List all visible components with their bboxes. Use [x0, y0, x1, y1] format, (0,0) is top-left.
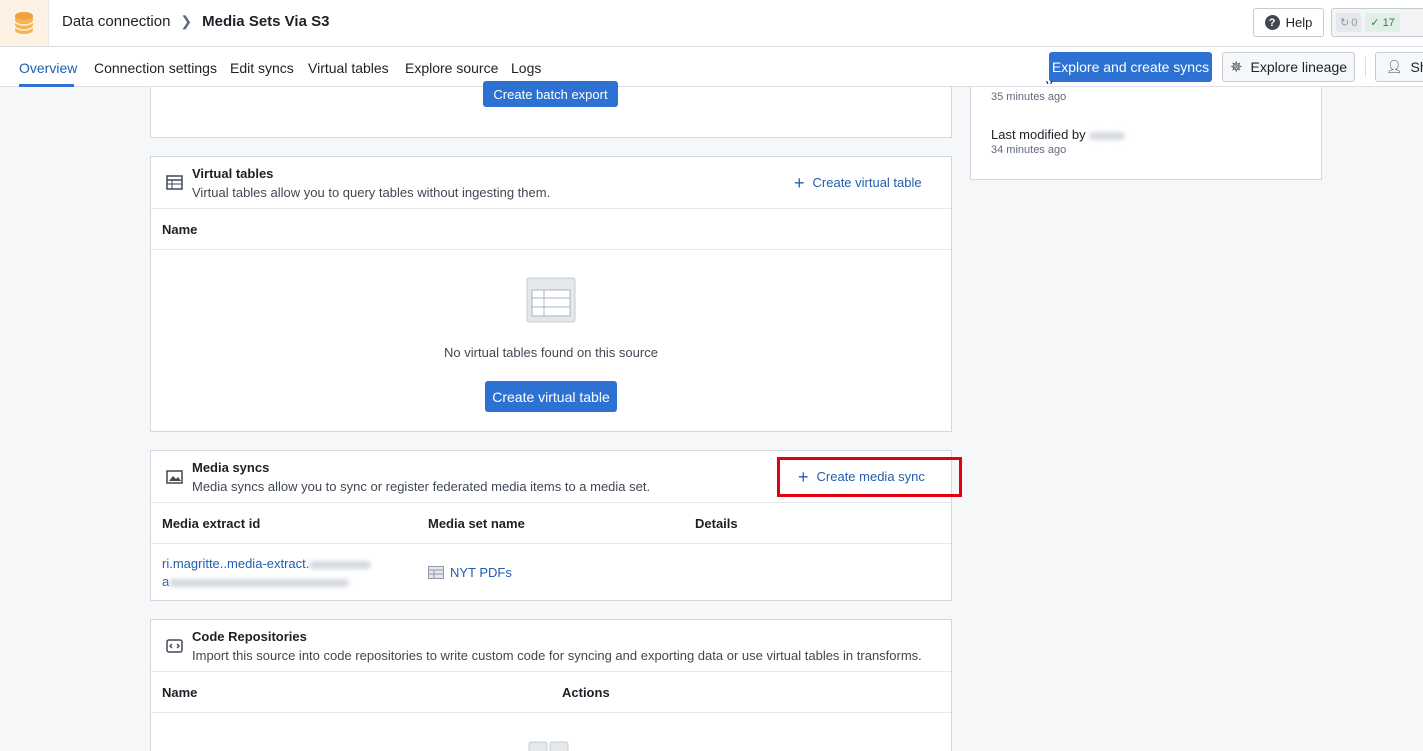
divider	[151, 712, 951, 713]
virtual-tables-description: Virtual tables allow you to query tables…	[192, 185, 551, 200]
help-button[interactable]: ? Help	[1253, 8, 1324, 37]
share-label: Sh	[1410, 59, 1423, 75]
tab-bar: Overview Connection settings Edit syncs …	[0, 47, 1423, 87]
last-modified-time: 34 minutes ago	[991, 144, 1067, 156]
explore-and-create-syncs-button[interactable]: Explore and create syncs	[1049, 52, 1212, 82]
status-group[interactable]: ↻ 0 ✓ 17	[1331, 8, 1423, 37]
tab-connection-settings[interactable]: Connection settings	[94, 60, 217, 76]
tab-edit-syncs[interactable]: Edit syncs	[230, 60, 294, 76]
tab-virtual-tables[interactable]: Virtual tables	[308, 60, 389, 76]
create-virtual-table-link-label: Create virtual table	[812, 175, 922, 190]
code-repositories-title: Code Repositories	[192, 629, 307, 644]
empty-repository-icon	[528, 740, 572, 751]
details-side-panel: y 35 minutes ago Last modified by 34 min…	[970, 76, 1322, 180]
sync-status-badge[interactable]: ↻ 0	[1336, 13, 1362, 32]
tab-explore-source[interactable]: Explore source	[405, 60, 498, 76]
tab-logs[interactable]: Logs	[511, 60, 541, 76]
column-header-details: Details	[695, 516, 738, 531]
virtual-tables-title: Virtual tables	[192, 166, 274, 181]
table-icon	[166, 175, 183, 193]
lineage-icon: ✵	[1229, 59, 1243, 76]
media-extract-id-link[interactable]: ri.magritte..media-extract.	[162, 556, 372, 571]
empty-state-text: No virtual tables found on this source	[444, 345, 658, 360]
empty-table-icon	[526, 277, 576, 326]
last-modified-label: Last modified by	[991, 127, 1086, 142]
explore-lineage-label: Explore lineage	[1250, 59, 1348, 75]
data-connection-logo-icon[interactable]	[0, 0, 49, 46]
media-extract-id-text: ri.magritte..media-extract.	[162, 556, 310, 571]
column-header-media-extract-id: Media extract id	[162, 516, 261, 531]
redacted-user	[1089, 131, 1126, 140]
media-set-link[interactable]: NYT PDFs	[428, 565, 512, 580]
create-virtual-table-link[interactable]: + Create virtual table	[794, 172, 922, 193]
tab-overview[interactable]: Overview	[19, 60, 77, 76]
column-header-name: Name	[162, 685, 198, 700]
share-button[interactable]: 👤︎ Sh	[1375, 52, 1423, 82]
success-count: 17	[1382, 16, 1395, 29]
breadcrumb: Data connection ❯ Media Sets Via S3	[62, 13, 329, 30]
media-extract-id-line2[interactable]: a	[162, 574, 350, 589]
create-virtual-table-button[interactable]: Create virtual table	[485, 381, 617, 412]
batch-export-card: Create batch export	[150, 81, 952, 138]
page-title: Media Sets Via S3	[202, 13, 330, 30]
redacted-id	[169, 578, 350, 587]
last-modified-row: Last modified by	[991, 127, 1126, 142]
redacted-id	[309, 560, 372, 569]
top-bar: Data connection ❯ Media Sets Via S3 ? He…	[0, 0, 1423, 47]
media-set-name: NYT PDFs	[450, 565, 512, 580]
divider	[151, 502, 951, 503]
virtual-tables-card: Virtual tables Virtual tables allow you …	[150, 156, 952, 432]
code-repositories-card: Code Repositories Import this source int…	[150, 619, 952, 751]
media-extract-id-line2-text: a	[162, 574, 170, 589]
user-icon: 👤︎	[1386, 59, 1403, 74]
divider	[151, 249, 951, 250]
explore-lineage-button[interactable]: ✵ Explore lineage	[1222, 52, 1355, 82]
divider	[151, 543, 951, 544]
column-header-actions: Actions	[562, 685, 610, 700]
check-icon: ✓	[1370, 17, 1380, 29]
sync-count: 0	[1351, 16, 1358, 29]
code-repositories-description: Import this source into code repositorie…	[192, 648, 922, 663]
help-icon: ?	[1264, 15, 1280, 30]
media-syncs-description: Media syncs allow you to sync or registe…	[192, 479, 651, 494]
created-time: 35 minutes ago	[991, 91, 1067, 103]
column-header-media-set-name: Media set name	[428, 516, 525, 531]
code-repository-icon	[166, 638, 183, 656]
active-tab-indicator	[19, 84, 74, 87]
highlight-box	[777, 457, 962, 497]
chevron-right-icon: ❯	[180, 13, 193, 29]
divider	[1365, 57, 1366, 77]
plus-icon: +	[794, 172, 805, 193]
created-by-partial: y	[1046, 76, 1053, 84]
divider	[151, 671, 951, 672]
refresh-icon: ↻	[1340, 17, 1350, 29]
divider	[151, 208, 951, 209]
media-set-icon	[428, 566, 444, 579]
media-icon	[166, 470, 183, 487]
help-label: Help	[1285, 15, 1313, 30]
breadcrumb-app-link[interactable]: Data connection	[62, 13, 170, 30]
media-syncs-title: Media syncs	[192, 460, 270, 475]
column-header-name: Name	[162, 222, 198, 237]
success-status-badge[interactable]: ✓ 17	[1365, 13, 1400, 32]
create-batch-export-button[interactable]: Create batch export	[483, 81, 618, 107]
